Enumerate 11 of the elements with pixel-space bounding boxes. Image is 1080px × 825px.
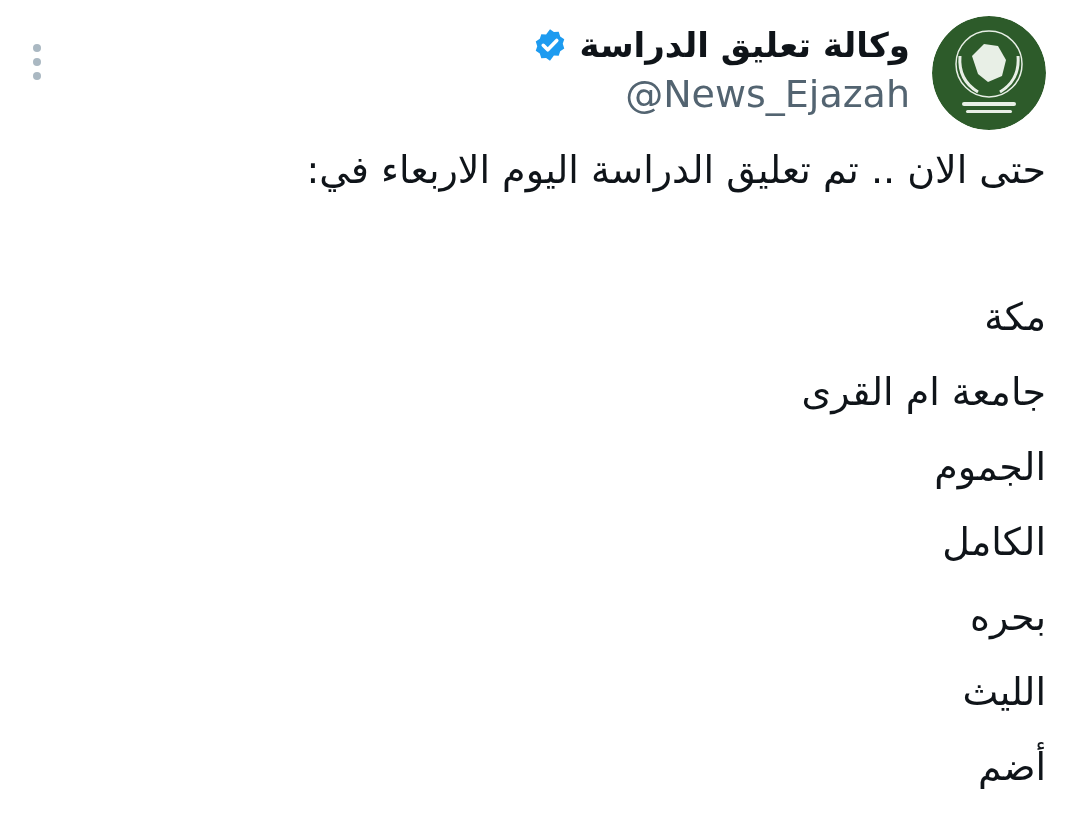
place-name: أضم [977,730,1046,805]
account-handle[interactable]: @News_Ejazah [625,68,910,120]
place-name: الليث [962,669,1046,716]
place-name: الجموم [934,444,1046,492]
tweet-text: حتى الان .. تم تعليق الدراسة اليوم الاربعاء في: [305,147,1046,195]
place-name: جامعة ام القرى [801,369,1046,417]
account-name[interactable]: وكالة تعليق الدراسة [579,22,910,68]
place-name: الكامل [942,519,1046,566]
more-options-icon[interactable] [30,42,44,82]
place-name: بحره [970,594,1046,642]
place-name: مكة [984,294,1046,341]
